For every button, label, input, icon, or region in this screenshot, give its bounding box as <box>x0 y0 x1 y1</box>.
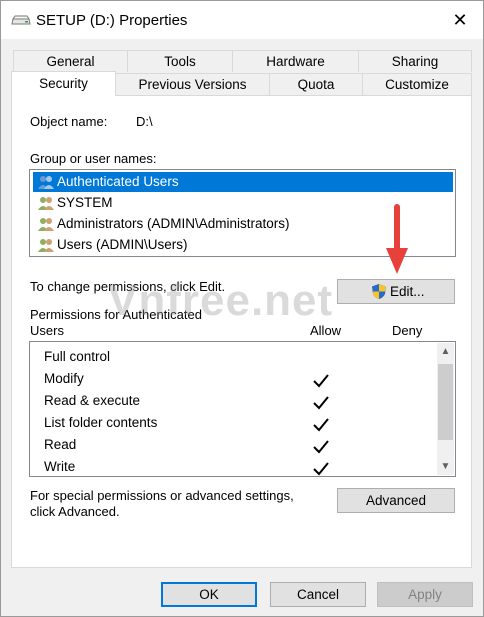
tab-customize[interactable]: Customize <box>362 73 472 95</box>
allow-check-icon <box>313 396 329 410</box>
advanced-button[interactable]: Advanced <box>337 488 455 513</box>
window-title: SETUP (D:) Properties <box>36 12 188 29</box>
drive-icon <box>11 15 31 25</box>
security-panel: Object name: D:\ Group or user names: Au… <box>11 95 472 568</box>
uac-shield-icon <box>372 284 386 299</box>
tab-security[interactable]: Security <box>11 71 116 96</box>
permission-row: Read & execute <box>44 393 141 408</box>
apply-button[interactable]: Apply <box>377 582 473 607</box>
advanced-hint-line1: For special permissions or advanced sett… <box>30 488 294 503</box>
group-label: Group or user names: <box>30 151 157 166</box>
change-permissions-hint: To change permissions, click Edit. <box>30 279 226 294</box>
close-icon: ✕ <box>452 9 468 30</box>
users-group-icon <box>38 218 54 231</box>
permission-row: Full control <box>44 349 111 364</box>
advanced-hint-line2: click Advanced. <box>30 504 120 519</box>
edit-button-label: Edit... <box>390 284 425 299</box>
allow-check-icon <box>313 462 329 476</box>
object-name-label: Object name: <box>30 114 108 129</box>
user-item-authenticated-users[interactable]: Authenticated Users <box>33 172 453 192</box>
allow-check-icon <box>313 440 329 454</box>
ok-button[interactable]: OK <box>161 582 257 607</box>
close-button[interactable]: ✕ <box>437 1 483 39</box>
permission-row: Write <box>44 459 76 474</box>
users-group-icon <box>38 239 54 252</box>
permissions-scrollbar[interactable]: ▲ ▼ <box>437 343 454 475</box>
permission-row: Modify <box>44 371 84 386</box>
permissions-label-line1: Permissions for Authenticated <box>30 307 202 322</box>
permission-row: Read <box>44 437 77 452</box>
scroll-thumb[interactable] <box>438 364 453 440</box>
tab-tools[interactable]: Tools <box>127 50 233 72</box>
allow-check-icon <box>313 418 329 432</box>
users-group-icon <box>38 176 54 189</box>
permissions-list[interactable]: Full control Modify Read & execute List … <box>29 341 456 477</box>
tab-hardware[interactable]: Hardware <box>232 50 359 72</box>
title-bar: SETUP (D:) Properties ✕ <box>1 1 483 39</box>
scroll-up-icon[interactable]: ▲ <box>437 343 454 360</box>
edit-button[interactable]: Edit... <box>337 279 455 304</box>
permissions-label-line2: Users <box>30 323 64 338</box>
properties-dialog: SETUP (D:) Properties ✕ General Tools Ha… <box>0 0 484 617</box>
user-item-label: Authenticated Users <box>57 174 179 189</box>
object-name-value: D:\ <box>136 114 153 129</box>
tab-sharing[interactable]: Sharing <box>358 50 472 72</box>
red-arrow-icon <box>386 204 408 274</box>
deny-column-header: Deny <box>392 323 423 338</box>
allow-column-header: Allow <box>310 323 342 338</box>
permission-row: List folder contents <box>44 415 158 430</box>
allow-check-icon <box>313 374 329 388</box>
tab-general[interactable]: General <box>13 50 128 72</box>
tab-previous-versions[interactable]: Previous Versions <box>115 73 270 95</box>
user-item-label: Users (ADMIN\Users) <box>57 237 188 252</box>
cancel-button[interactable]: Cancel <box>270 582 366 607</box>
tab-quota[interactable]: Quota <box>269 73 363 95</box>
scroll-down-icon[interactable]: ▼ <box>437 458 454 475</box>
user-item-label: Administrators (ADMIN\Administrators) <box>57 216 290 231</box>
user-item-label: SYSTEM <box>57 195 113 210</box>
users-group-icon <box>38 197 54 210</box>
